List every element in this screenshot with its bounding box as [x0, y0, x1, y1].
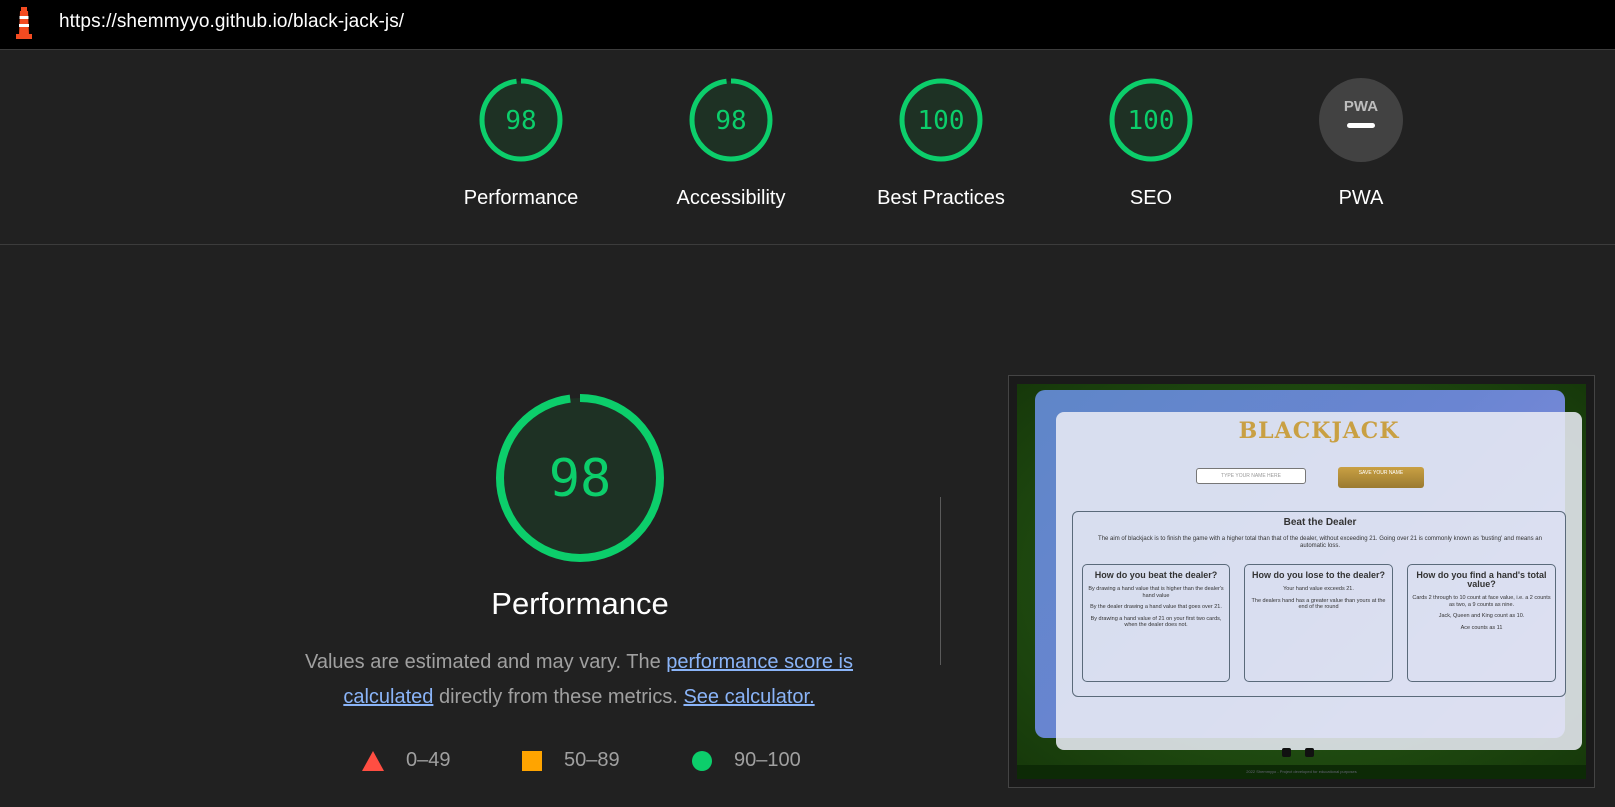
gauge-label: PWA	[1338, 187, 1384, 209]
final-screenshot[interactable]: BLACKJACK TYPE YOUR NAME HERE SAVE YOUR …	[1008, 375, 1595, 788]
performance-score: 98	[549, 449, 612, 509]
thumb-col-title: How do you beat the dealer?	[1094, 570, 1218, 580]
thumb-col-text: The dealers hand has a greater value tha…	[1251, 597, 1386, 611]
url-bar: https://shemmyyo.github.io/black-jack-js…	[0, 0, 1615, 50]
gauge-ring: 98	[479, 78, 563, 162]
gauge-label: Accessibility	[676, 187, 786, 209]
pwa-badge-text: PWA	[1344, 98, 1378, 115]
gauge-score: 100	[918, 106, 965, 136]
thumb-title: BLACKJACK	[1238, 418, 1400, 444]
desc-text: directly from these metrics.	[433, 686, 684, 708]
github-icon	[1282, 748, 1291, 757]
gauge-ring: 100	[899, 78, 983, 162]
thumb-rules-box: Beat the Dealer The aim of blackjack is …	[1072, 511, 1566, 697]
thumb-rule-col-1: How do you beat the dealer? By drawing a…	[1082, 564, 1230, 682]
gauge-ring: 100	[1109, 78, 1193, 162]
thumb-col-title: How do you lose to the dealer?	[1251, 570, 1385, 580]
thumb-beat-title: Beat the Dealer	[1283, 517, 1357, 528]
legend-average: 50–89	[522, 749, 620, 772]
gauge-score: 98	[505, 106, 536, 136]
thumb-col-text: By drawing a hand value of 21 on your fi…	[1090, 615, 1222, 629]
thumb-rule-col-3: How do you find a hand's total value? Ca…	[1407, 564, 1556, 682]
circle-icon	[692, 750, 712, 771]
legend-fail: 0–49	[362, 749, 451, 772]
thumb-aim-text: The aim of blackjack is to finish the ga…	[1098, 536, 1542, 549]
thumb-rule-col-2: How do you lose to the dealer? Your hand…	[1244, 564, 1393, 682]
gauge-score: 98	[715, 106, 746, 136]
lighthouse-icon	[16, 7, 32, 39]
legend-range: 50–89	[564, 749, 620, 771]
performance-title: Performance	[491, 586, 669, 621]
page-url[interactable]: https://shemmyyo.github.io/black-jack-js…	[59, 11, 404, 33]
triangle-icon	[362, 750, 384, 771]
square-icon	[522, 750, 542, 771]
thumb-col-text: Ace counts as 11	[1460, 624, 1503, 631]
divider	[940, 497, 941, 665]
gauge-score: 100	[1128, 106, 1175, 136]
thumb-col-text: Jack, Queen and King count as 10.	[1438, 613, 1525, 619]
score-legend: 0–49 50–89 90–100	[360, 749, 840, 779]
pwa-badge-icon: PWA	[1319, 78, 1403, 162]
thumb-col-text: By drawing a hand value that is higher t…	[1088, 586, 1224, 599]
thumb-save-button: SAVE YOUR NAME	[1338, 467, 1424, 488]
performance-main-gauge: 98	[496, 394, 664, 562]
gauge-label: Best Practices	[877, 187, 1005, 209]
thumb-col-text: By the dealer drawing a hand value that …	[1090, 604, 1222, 610]
performance-description: Values are estimated and may vary. The p…	[284, 645, 874, 715]
see-calculator-link[interactable]: See calculator.	[683, 686, 814, 708]
thumb-name-input: TYPE YOUR NAME HERE	[1196, 468, 1306, 484]
gauge-ring: 98	[689, 78, 773, 162]
category-scores: 98 Performance 98 Accessibility 100 Best…	[0, 51, 1615, 245]
thumb-col-title: How do you find a hand's total value?	[1416, 570, 1547, 589]
gauge-label: SEO	[1129, 187, 1173, 209]
thumb-card: BLACKJACK TYPE YOUR NAME HERE SAVE YOUR …	[1056, 412, 1582, 750]
gauge-label: Performance	[463, 187, 579, 209]
thumb-col-text: Cards 2 through to 10 count at face valu…	[1412, 595, 1551, 608]
desc-text: Values are estimated and may vary. The	[304, 651, 667, 673]
thumb-col-text: Your hand value exceeds 21.	[1283, 586, 1354, 592]
legend-pass: 90–100	[692, 749, 801, 772]
thumb-footer: 2022 Shemmyyo - Project developed for ed…	[1017, 765, 1586, 779]
thumb-social-icons	[1282, 748, 1314, 757]
linkedin-icon	[1305, 748, 1314, 757]
legend-range: 90–100	[734, 749, 801, 771]
pwa-dash-icon	[1347, 123, 1375, 128]
legend-range: 0–49	[406, 749, 451, 771]
screenshot-image: BLACKJACK TYPE YOUR NAME HERE SAVE YOUR …	[1017, 384, 1586, 779]
